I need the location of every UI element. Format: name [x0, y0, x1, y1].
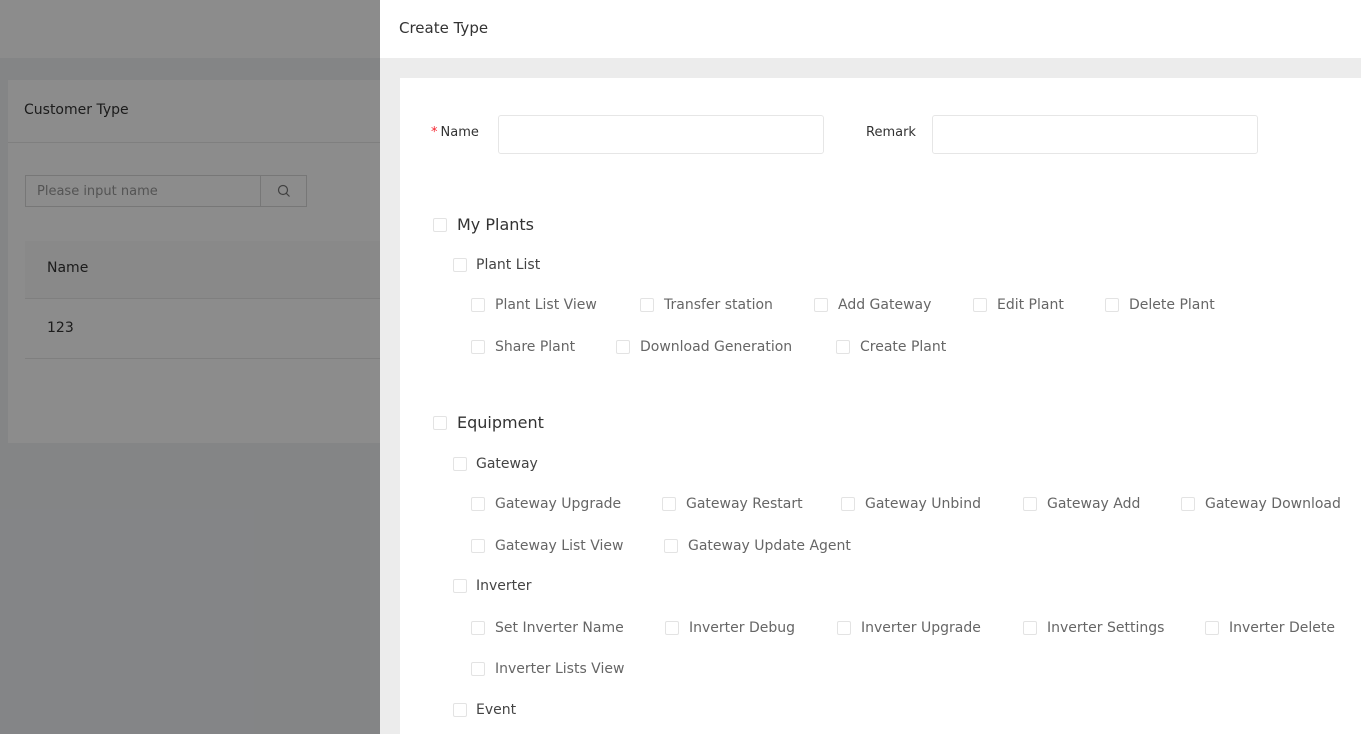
checkbox-inverter-settings[interactable]: Inverter Settings	[1023, 620, 1164, 636]
checkbox-box[interactable]	[664, 539, 678, 553]
checkbox-box[interactable]	[453, 457, 467, 471]
checkbox-label: Create Plant	[860, 339, 947, 355]
checkbox-label: Inverter Delete	[1229, 620, 1335, 636]
checkbox-share-plant[interactable]: Share Plant	[471, 339, 575, 355]
checkbox-gateway-download[interactable]: Gateway Download	[1181, 496, 1341, 512]
drawer-body: * Name Remark My Plants Plant List Plant …	[400, 78, 1361, 734]
checkbox-label: Inverter Lists View	[495, 661, 625, 677]
checkbox-equipment[interactable]: Equipment	[433, 413, 544, 432]
drawer-header: Create Type	[380, 0, 1361, 58]
checkbox-edit-plant[interactable]: Edit Plant	[973, 297, 1064, 313]
checkbox-gateway[interactable]: Gateway	[453, 456, 538, 472]
checkbox-label: Gateway Upgrade	[495, 496, 622, 512]
checkbox-box[interactable]	[665, 621, 679, 635]
checkbox-label: Add Gateway	[838, 297, 932, 313]
checkbox-box[interactable]	[471, 621, 485, 635]
checkbox-box[interactable]	[433, 217, 447, 232]
checkbox-inverter-lists-view[interactable]: Inverter Lists View	[471, 661, 624, 677]
checkbox-box[interactable]	[471, 340, 485, 354]
create-type-drawer: Create Type * Name Remark My Plants Plant…	[380, 0, 1361, 734]
checkbox-label: Inverter Debug	[689, 620, 796, 636]
checkbox-label: Gateway	[476, 456, 538, 472]
checkbox-gateway-unbind[interactable]: Gateway Unbind	[841, 496, 981, 512]
checkbox-label: Gateway Update Agent	[688, 538, 851, 554]
checkbox-create-plant[interactable]: Create Plant	[836, 339, 946, 355]
checkbox-label: Equipment	[457, 413, 544, 432]
checkbox-gateway-add[interactable]: Gateway Add	[1023, 496, 1140, 512]
checkbox-inverter-delete[interactable]: Inverter Delete	[1205, 620, 1335, 636]
checkbox-inverter-upgrade[interactable]: Inverter Upgrade	[837, 620, 981, 636]
checkbox-label: Inverter Upgrade	[861, 620, 981, 636]
checkbox-download-generation[interactable]: Download Generation	[616, 339, 792, 355]
checkbox-box[interactable]	[616, 340, 630, 354]
checkbox-set-inverter-name[interactable]: Set Inverter Name	[471, 620, 624, 636]
checkbox-label: Share Plant	[495, 339, 576, 355]
checkbox-label: Delete Plant	[1129, 297, 1215, 313]
checkbox-box[interactable]	[1105, 298, 1119, 312]
checkbox-inverter-debug[interactable]: Inverter Debug	[665, 620, 795, 636]
checkbox-box[interactable]	[1023, 621, 1037, 635]
checkbox-gateway-update-agent[interactable]: Gateway Update Agent	[664, 538, 851, 554]
name-label: * Name	[431, 125, 479, 140]
name-input[interactable]	[498, 115, 824, 154]
checkbox-label: Gateway Add	[1047, 496, 1141, 512]
checkbox-label: Gateway List View	[495, 538, 624, 554]
checkbox-transfer-station[interactable]: Transfer station	[640, 297, 773, 313]
checkbox-gateway-list-view[interactable]: Gateway List View	[471, 538, 623, 554]
checkbox-box[interactable]	[1023, 497, 1037, 511]
checkbox-box[interactable]	[814, 298, 828, 312]
checkbox-label: Transfer station	[664, 297, 773, 313]
checkbox-label: Set Inverter Name	[495, 620, 624, 636]
checkbox-gateway-restart[interactable]: Gateway Restart	[662, 496, 803, 512]
checkbox-box[interactable]	[1181, 497, 1195, 511]
checkbox-box[interactable]	[433, 415, 447, 430]
checkbox-box[interactable]	[471, 539, 485, 553]
checkbox-label: My Plants	[457, 215, 535, 234]
checkbox-box[interactable]	[471, 298, 485, 312]
checkbox-label: Download Generation	[640, 339, 793, 355]
checkbox-box[interactable]	[640, 298, 654, 312]
checkbox-box[interactable]	[453, 258, 467, 272]
checkbox-label: Plant List	[476, 257, 541, 273]
checkbox-box[interactable]	[453, 579, 467, 593]
checkbox-plant-list[interactable]: Plant List	[453, 257, 540, 273]
checkbox-box[interactable]	[836, 340, 850, 354]
checkbox-label: Gateway Restart	[686, 496, 803, 512]
checkbox-inverter[interactable]: Inverter	[453, 578, 532, 594]
checkbox-label: Edit Plant	[997, 297, 1064, 313]
remark-label: Remark	[866, 125, 916, 140]
name-label-text: Name	[440, 125, 479, 140]
checkbox-box[interactable]	[1205, 621, 1219, 635]
checkbox-box[interactable]	[471, 497, 485, 511]
checkbox-box[interactable]	[841, 497, 855, 511]
checkbox-delete-plant[interactable]: Delete Plant	[1105, 297, 1215, 313]
checkbox-label: Plant List View	[495, 297, 597, 313]
checkbox-event[interactable]: Event	[453, 702, 516, 718]
checkbox-box[interactable]	[662, 497, 676, 511]
remark-input[interactable]	[932, 115, 1258, 154]
checkbox-label: Inverter	[476, 578, 532, 594]
checkbox-add-gateway[interactable]: Add Gateway	[814, 297, 931, 313]
checkbox-box[interactable]	[973, 298, 987, 312]
checkbox-label: Gateway Download	[1205, 496, 1341, 512]
drawer-title: Create Type	[399, 19, 489, 37]
checkbox-label: Gateway Unbind	[865, 496, 981, 512]
checkbox-box[interactable]	[471, 662, 485, 676]
checkbox-my-plants[interactable]: My Plants	[433, 215, 534, 234]
required-mark: *	[431, 125, 438, 140]
checkbox-box[interactable]	[837, 621, 851, 635]
checkbox-label: Event	[476, 702, 517, 718]
checkbox-label: Inverter Settings	[1047, 620, 1165, 636]
checkbox-box[interactable]	[453, 703, 467, 717]
checkbox-plant-list-view[interactable]: Plant List View	[471, 297, 597, 313]
checkbox-gateway-upgrade[interactable]: Gateway Upgrade	[471, 496, 621, 512]
form-row: * Name Remark	[400, 115, 1361, 155]
